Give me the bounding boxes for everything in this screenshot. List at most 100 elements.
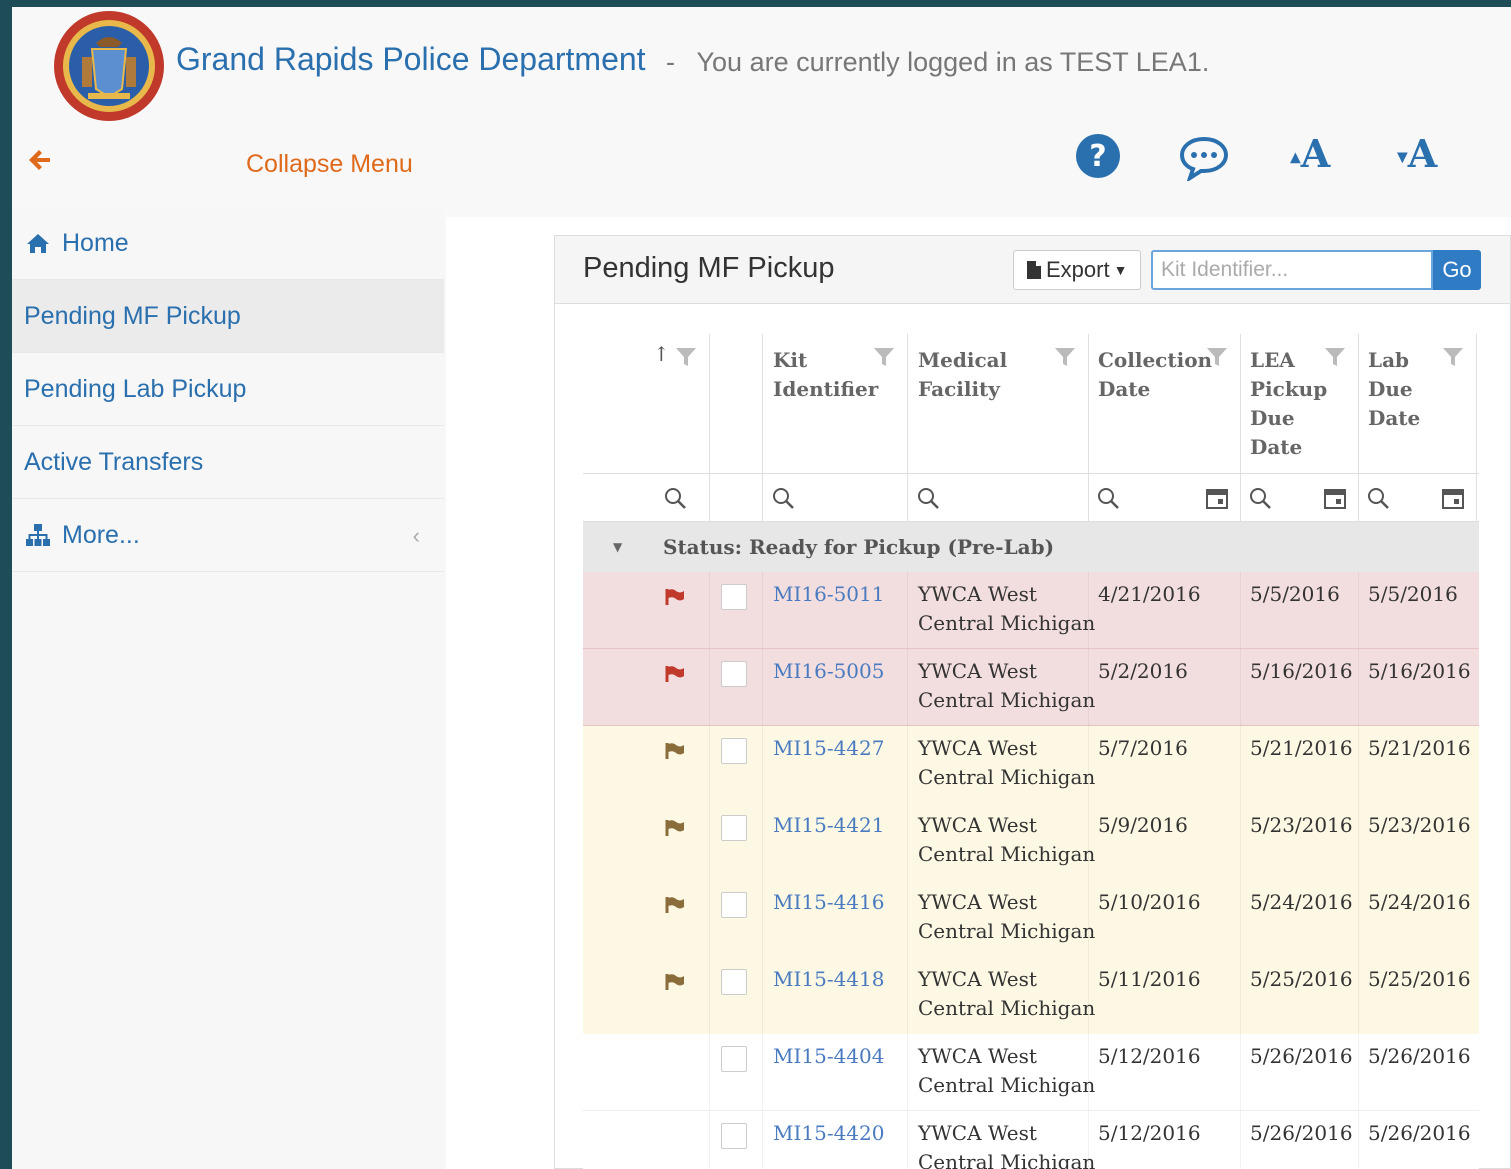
collection-date-cell: 4/21/2016	[1098, 582, 1201, 606]
medical-facility-cell: YWCA West Central Michigan	[918, 734, 1095, 792]
row-checkbox[interactable]	[721, 1046, 747, 1072]
kit-identifier-link[interactable]: MI15-4404	[773, 1042, 884, 1071]
sidebar-item-pending-lab-pickup[interactable]: Pending Lab Pickup	[12, 353, 444, 426]
filter-icon[interactable]	[1054, 346, 1076, 368]
row-checkbox[interactable]	[721, 815, 747, 841]
kit-identifier-link[interactable]: MI16-5011	[773, 580, 884, 609]
table-row[interactable]: MI15-4427 YWCA West Central Michigan 5/7/20…	[583, 726, 1479, 803]
help-icon[interactable]: ?	[1075, 133, 1121, 179]
column-header-lea-pickup-due-date[interactable]: LEA Pickup Due Date	[1250, 346, 1327, 462]
filter-icon[interactable]	[675, 346, 697, 368]
lea-pickup-due-date-cell: 5/21/2016	[1250, 736, 1353, 760]
collection-date-cell: 5/11/2016	[1098, 967, 1201, 991]
arrow-left-icon[interactable]	[28, 147, 54, 173]
go-button[interactable]: Go	[1433, 250, 1481, 290]
filter-icon[interactable]	[1206, 346, 1228, 368]
lab-due-date-cell: 5/16/2016	[1368, 659, 1471, 683]
kit-identifier-link[interactable]: MI16-5005	[773, 657, 884, 686]
chat-icon[interactable]	[1178, 135, 1230, 181]
collection-date-cell: 5/9/2016	[1098, 813, 1188, 837]
filter-icon[interactable]	[1442, 346, 1464, 368]
group-header-row[interactable]: ▼ Status: Ready for Pickup (Pre-Lab)	[583, 522, 1479, 572]
kit-identifier-link[interactable]: MI15-4418	[773, 965, 884, 994]
sidebar-item-label: Active Transfers	[24, 447, 204, 476]
row-checkbox[interactable]	[721, 1123, 747, 1149]
grid-filter-row	[583, 474, 1479, 522]
down-caret-icon: ▼	[1397, 149, 1408, 166]
sidebar-item-home[interactable]: Home	[12, 207, 444, 280]
filter-icon[interactable]	[1324, 346, 1346, 368]
kit-identifier-link[interactable]: MI15-4421	[773, 811, 884, 840]
sidebar-item-more[interactable]: More... ‹	[12, 499, 444, 572]
table-row[interactable]: MI15-4416 YWCA West Central Michigan 5/10/2…	[583, 880, 1479, 957]
login-status: - You are currently logged in as TEST LE…	[666, 47, 1209, 78]
table-row[interactable]: MI15-4420 YWCA West Central Michigan 5/12/2…	[583, 1111, 1479, 1169]
sidebar-item-label: More...	[62, 520, 140, 549]
collapse-menu-link[interactable]: Collapse Menu	[246, 150, 413, 179]
medical-facility-cell: YWCA West Central Michigan	[918, 1119, 1095, 1169]
decrease-font-icon[interactable]: ▼A	[1397, 131, 1437, 176]
pickup-grid: ↑ Kit Identifier Medical Facility Collec…	[583, 334, 1479, 1169]
column-header-kit-identifier[interactable]: Kit Identifier	[773, 346, 878, 404]
row-checkbox[interactable]	[721, 738, 747, 764]
column-header-medical-facility[interactable]: Medical Facility	[918, 346, 1007, 404]
lab-due-date-cell: 5/24/2016	[1368, 890, 1471, 914]
search-icon[interactable]	[771, 486, 795, 510]
export-button[interactable]: Export ▼	[1013, 250, 1141, 290]
kit-identifier-search-input[interactable]	[1151, 250, 1433, 290]
search-icon[interactable]	[663, 486, 687, 510]
export-label: Export	[1046, 257, 1110, 282]
calendar-icon[interactable]	[1205, 486, 1229, 510]
row-checkbox[interactable]	[721, 661, 747, 687]
search-icon[interactable]	[1248, 486, 1272, 510]
flag-icon	[665, 743, 684, 759]
filter-icon[interactable]	[873, 346, 895, 368]
row-checkbox[interactable]	[721, 969, 747, 995]
column-header-line: LEA	[1250, 348, 1295, 372]
search-icon[interactable]	[1366, 486, 1390, 510]
lea-pickup-due-date-cell: 5/25/2016	[1250, 967, 1353, 991]
search-icon[interactable]	[916, 486, 940, 510]
decrease-font-label: A	[1407, 131, 1438, 176]
calendar-icon[interactable]	[1323, 486, 1347, 510]
table-row[interactable]: MI16-5005 YWCA West Central Michigan 5/2/20…	[583, 649, 1479, 726]
grid-body: MI16-5011 YWCA West Central Michigan 4/21/2…	[583, 572, 1479, 1169]
column-header-collection-date[interactable]: Collection Date	[1098, 346, 1212, 404]
grid-header-row: ↑ Kit Identifier Medical Facility Collec…	[583, 334, 1479, 474]
calendar-icon[interactable]	[1441, 486, 1465, 510]
facility-line: YWCA West	[918, 813, 1037, 837]
table-row[interactable]: MI15-4418 YWCA West Central Michigan 5/11/2…	[583, 957, 1479, 1034]
facility-line: Central Michigan	[918, 1073, 1096, 1097]
column-header-line: Date	[1250, 435, 1303, 459]
medical-facility-cell: YWCA West Central Michigan	[918, 657, 1095, 715]
sidebar-item-pending-mf-pickup[interactable]: Pending MF Pickup	[12, 280, 444, 353]
facility-line: YWCA West	[918, 967, 1037, 991]
table-row[interactable]: MI15-4404 YWCA West Central Michigan 5/12/2…	[583, 1034, 1479, 1111]
medical-facility-cell: YWCA West Central Michigan	[918, 811, 1095, 869]
sort-asc-icon[interactable]: ↑	[653, 342, 670, 366]
collection-date-cell: 5/12/2016	[1098, 1121, 1201, 1145]
lea-pickup-due-date-cell: 5/5/2016	[1250, 582, 1340, 606]
file-icon	[1027, 261, 1041, 279]
sidebar-item-label: Pending Lab Pickup	[24, 374, 247, 403]
kit-identifier-link[interactable]: MI15-4420	[773, 1119, 884, 1148]
sidebar-item-active-transfers[interactable]: Active Transfers	[12, 426, 444, 499]
row-checkbox[interactable]	[721, 892, 747, 918]
kit-identifier-link[interactable]: MI15-4427	[773, 734, 884, 763]
collapse-group-icon[interactable]: ▼	[613, 522, 622, 572]
column-header-line: Date	[1098, 377, 1151, 401]
row-checkbox[interactable]	[721, 584, 747, 610]
search-icon[interactable]	[1096, 486, 1120, 510]
table-row[interactable]: MI16-5011 YWCA West Central Michigan 4/21/2…	[583, 572, 1479, 649]
chevron-left-icon[interactable]: ‹	[413, 523, 420, 549]
lab-due-date-cell: 5/25/2016	[1368, 967, 1471, 991]
home-icon	[27, 234, 49, 253]
table-row[interactable]: MI15-4421 YWCA West Central Michigan 5/9/20…	[583, 803, 1479, 880]
medical-facility-cell: YWCA West Central Michigan	[918, 580, 1095, 638]
increase-font-icon[interactable]: ▲A	[1290, 131, 1330, 176]
collection-date-cell: 5/7/2016	[1098, 736, 1188, 760]
collection-date-cell: 5/10/2016	[1098, 890, 1201, 914]
kit-identifier-link[interactable]: MI15-4416	[773, 888, 884, 917]
flag-icon	[665, 897, 684, 913]
column-header-lab-due-date[interactable]: Lab Due Date	[1368, 346, 1420, 433]
